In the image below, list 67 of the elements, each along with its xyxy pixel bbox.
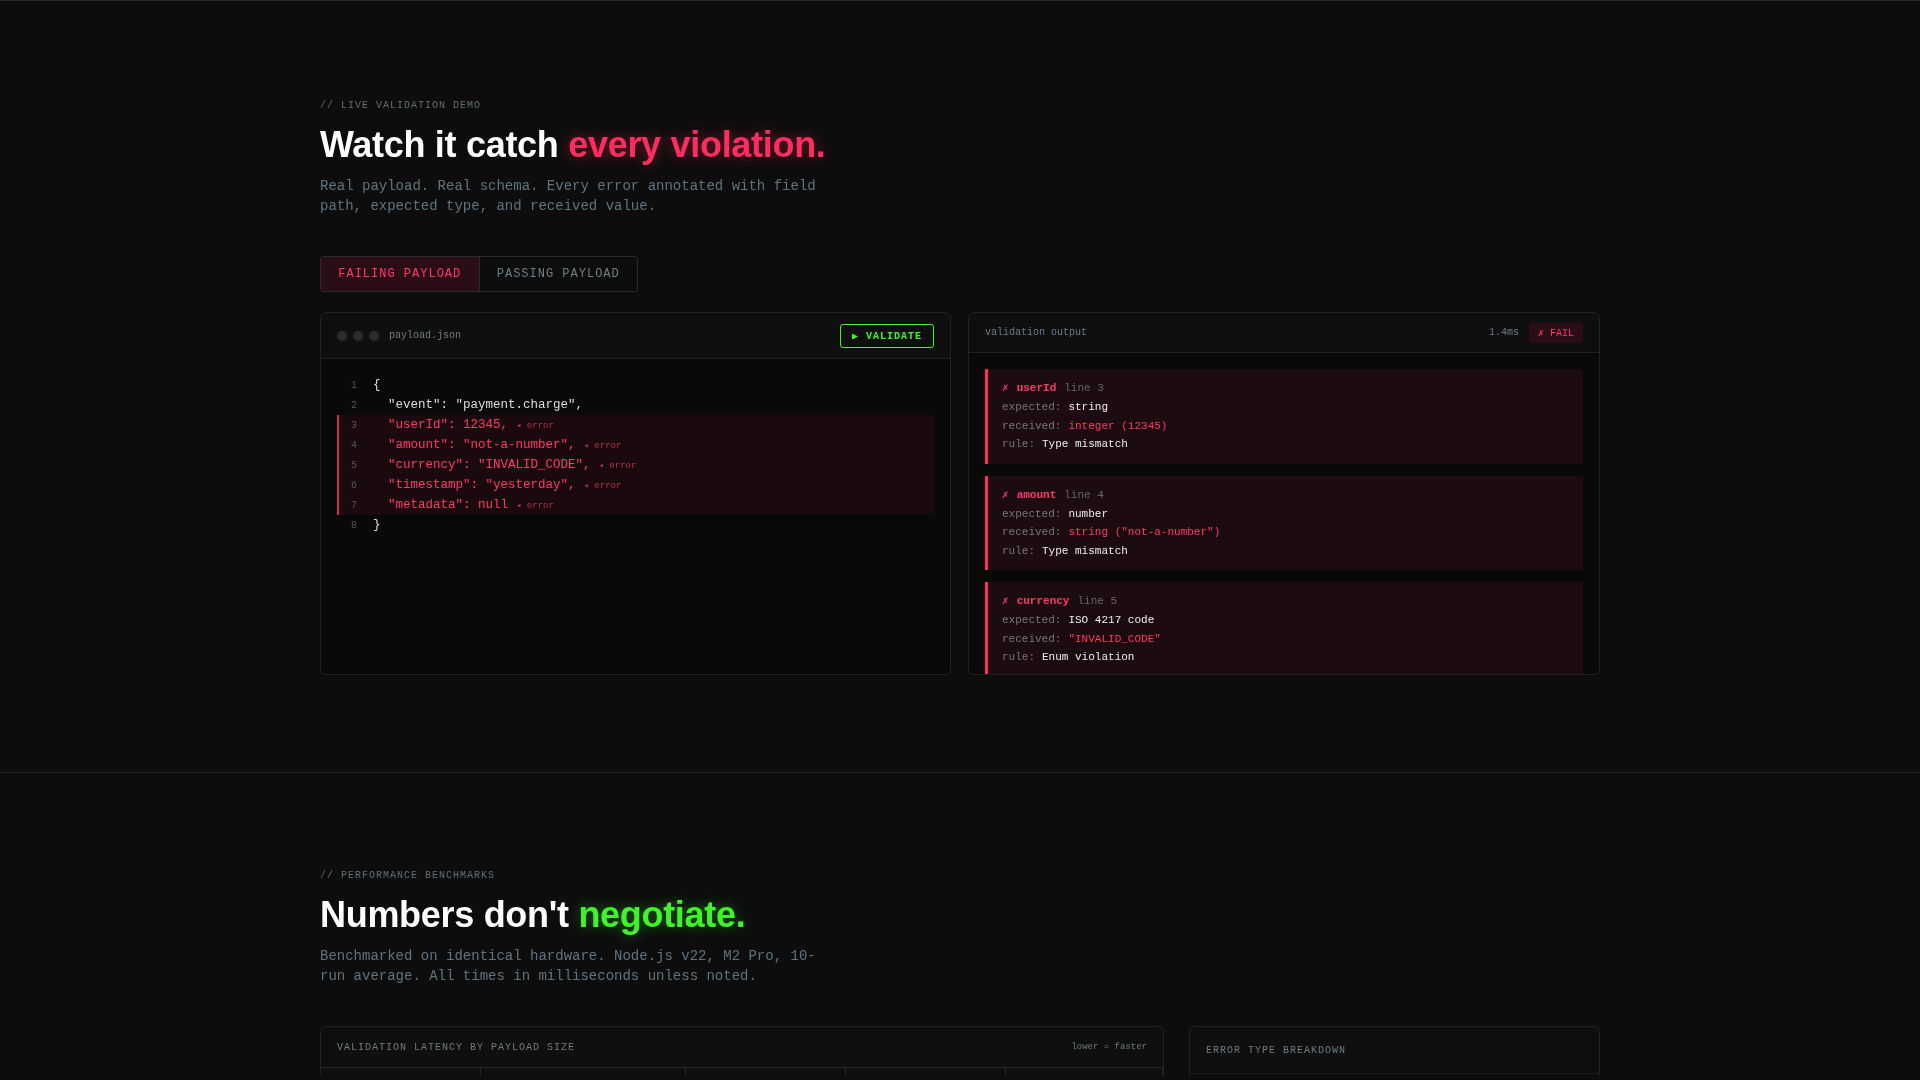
detail-label: rule: [1002, 543, 1035, 558]
error-annotation: ◂ error [598, 460, 637, 473]
payload-tab[interactable]: FAILING PAYLOAD [321, 257, 480, 291]
detail-label: rule: [1002, 437, 1035, 452]
detail-value: "INVALID_CODE" [1068, 631, 1161, 646]
section-eyebrow: // PERFORMANCE BENCHMARKS [320, 870, 497, 881]
code-text: "currency": "INVALID_CODE", [388, 457, 591, 474]
line-number: 5 [350, 459, 357, 473]
code-text: "userId": 12345, [388, 417, 509, 434]
error-annotation: ◂ error [516, 500, 554, 513]
output-title: validation output [985, 327, 1088, 338]
heading-accent: negotiate. [578, 894, 746, 935]
cross-icon: ✗ [1002, 381, 1009, 396]
detail-value: string [1068, 400, 1109, 415]
line-number: 3 [350, 419, 357, 433]
line-number: 2 [350, 399, 357, 413]
line-number: 1 [350, 379, 357, 393]
detail-label: expected: [1002, 400, 1062, 415]
payload-tab[interactable]: PASSING PAYLOAD [479, 257, 637, 291]
heading-text: Numbers don't [320, 894, 569, 935]
card-note: lower = faster [1071, 1042, 1147, 1052]
detail-value: string ("not-a-number") [1068, 525, 1221, 540]
line-number: 4 [350, 439, 357, 453]
detail-label: expected: [1002, 506, 1062, 521]
detail-label: rule: [1002, 650, 1035, 665]
heading-accent: every violation. [568, 124, 826, 165]
card-title: ERROR TYPE BREAKDOWN [1206, 1044, 1347, 1056]
detail-value: Enum violation [1042, 650, 1135, 665]
line-number: 8 [350, 519, 357, 533]
line-reference: line 5 [1077, 594, 1118, 609]
field-name: amount [1016, 487, 1057, 503]
detail-label: received: [1002, 525, 1062, 540]
card-title: VALIDATION LATENCY BY PAYLOAD SIZE [337, 1041, 576, 1053]
detail-value: integer (12345) [1068, 418, 1168, 433]
detail-value: Type mismatch [1042, 437, 1128, 452]
line-number: 6 [350, 479, 357, 493]
window-dots-icon [337, 330, 379, 341]
section-description: Real payload. Real schema. Every error annotated with field path, expected type, and received value. [320, 177, 817, 216]
detail-value: Type mismatch [1042, 543, 1128, 558]
section-eyebrow: // LIVE VALIDATION DEMO [320, 100, 483, 111]
detail-value: number [1068, 506, 1109, 521]
code-text: "event": "payment.charge", [388, 397, 584, 414]
code-text: } [373, 517, 381, 534]
heading-text: Watch it catch [320, 124, 559, 165]
detail-label: received: [1002, 418, 1062, 433]
detail-label: expected: [1002, 613, 1062, 628]
error-annotation: ◂ error [583, 440, 622, 453]
elapsed-time: 1.4ms [1488, 327, 1519, 338]
file-name: payload.json [389, 330, 461, 341]
code-text: "timestamp": "yesterday", [388, 477, 576, 494]
cross-icon: ✗ [1002, 594, 1009, 609]
line-number: 7 [350, 499, 357, 513]
error-annotation: ◂ error [583, 480, 622, 493]
error-annotation: ◂ error [516, 420, 554, 433]
validate-button[interactable]: ▶ VALIDATE [839, 323, 934, 348]
line-reference: line 3 [1064, 381, 1104, 396]
section-description: Benchmarked on identical hardware. Node.js v22, M2 Pro, 10-run average. All times in milliseconds unless noted. [320, 947, 817, 986]
code-text: "amount": "not-a-number", [388, 437, 576, 454]
fail-badge: ✗ FAIL [1528, 322, 1583, 343]
field-name: userId [1016, 381, 1057, 396]
field-name: currency [1016, 594, 1070, 609]
detail-label: received: [1002, 631, 1062, 646]
line-reference: line 4 [1064, 487, 1104, 503]
code-text: "metadata": null [388, 497, 509, 514]
code-text: { [373, 377, 381, 394]
detail-value: ISO 4217 code [1068, 613, 1155, 628]
cross-icon: ✗ [1002, 487, 1009, 503]
